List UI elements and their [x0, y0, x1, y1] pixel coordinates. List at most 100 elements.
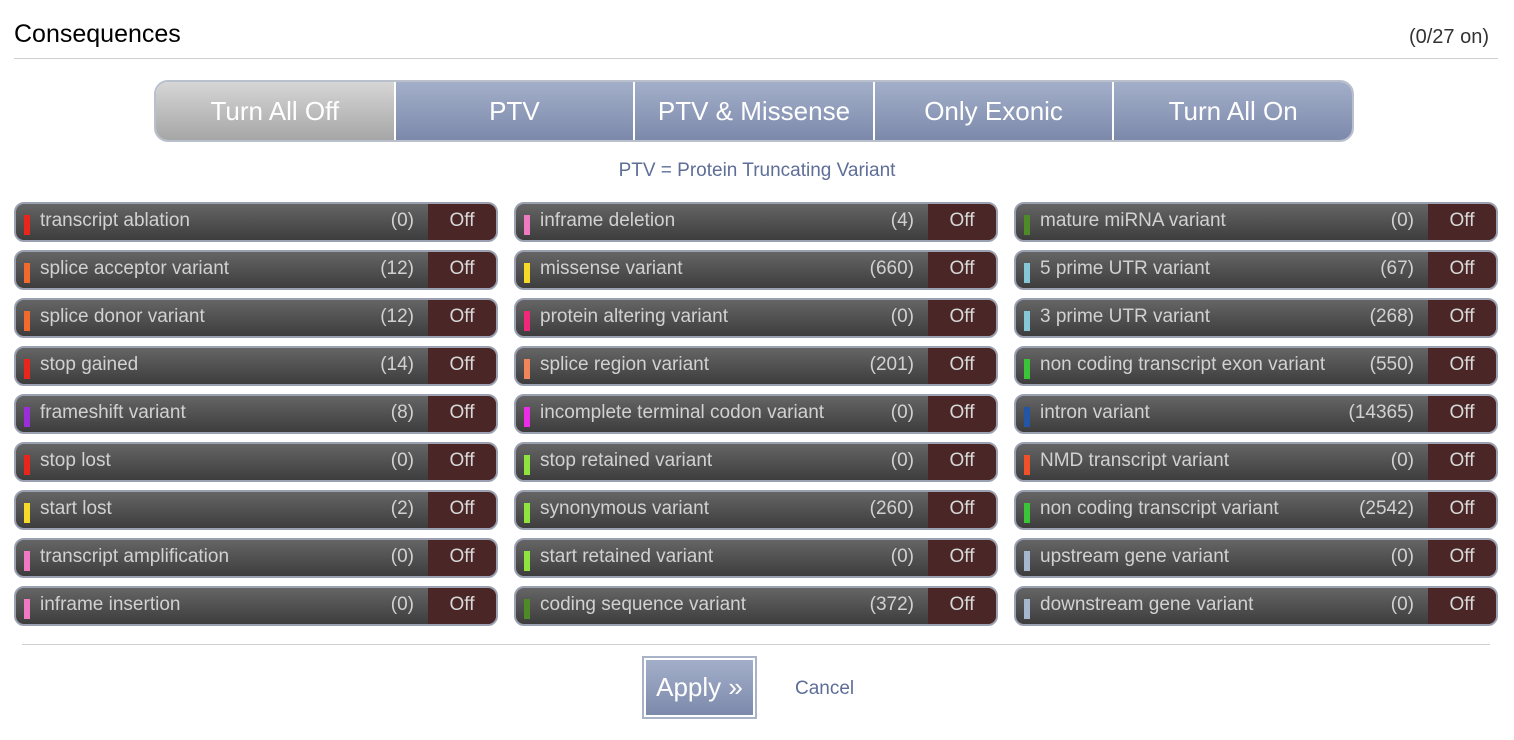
- consequence-count: (8): [390, 402, 414, 423]
- consequence-toggle[interactable]: synonymous variant (260) Off: [514, 490, 998, 530]
- consequence-label: downstream gene variant: [1040, 594, 1254, 615]
- toggle-state[interactable]: Off: [928, 492, 996, 528]
- toggle-state[interactable]: Off: [928, 204, 996, 240]
- toggle-state[interactable]: Off: [928, 300, 996, 336]
- consequence-count: (0): [390, 210, 414, 231]
- toggle-state[interactable]: Off: [1428, 300, 1496, 336]
- consequence-toggle[interactable]: splice donor variant (12) Off: [14, 298, 498, 338]
- toggle-state[interactable]: Off: [1428, 444, 1496, 480]
- consequence-color-swatch: [1024, 551, 1030, 571]
- only-exonic-button[interactable]: Only Exonic: [872, 82, 1113, 140]
- consequence-color-swatch: [24, 551, 30, 571]
- ptv-button[interactable]: PTV: [393, 82, 634, 140]
- toggle-state[interactable]: Off: [928, 588, 996, 624]
- consequence-toggle[interactable]: protein altering variant (0) Off: [514, 298, 998, 338]
- consequence-count: (268): [1369, 306, 1414, 327]
- consequence-color-swatch: [524, 551, 530, 571]
- consequence-toggle[interactable]: transcript amplification (0) Off: [14, 538, 498, 578]
- consequence-toggle[interactable]: stop gained (14) Off: [14, 346, 498, 386]
- consequence-color-swatch: [1024, 215, 1030, 235]
- consequence-toggle[interactable]: start retained variant (0) Off: [514, 538, 998, 578]
- consequence-label: inframe deletion: [540, 210, 676, 231]
- consequence-color-swatch: [1024, 263, 1030, 283]
- toggle-state[interactable]: Off: [1428, 348, 1496, 384]
- consequence-color-swatch: [24, 215, 30, 235]
- consequence-toggle[interactable]: 5 prime UTR variant (67) Off: [1014, 250, 1498, 290]
- consequence-toggle[interactable]: non coding transcript variant (2542) Off: [1014, 490, 1498, 530]
- consequence-toggle[interactable]: coding sequence variant (372) Off: [514, 586, 998, 626]
- consequence-color-swatch: [1024, 359, 1030, 379]
- toggle-state[interactable]: Off: [928, 252, 996, 288]
- toggle-state[interactable]: Off: [428, 540, 496, 576]
- consequence-count: (660): [869, 258, 914, 279]
- toggle-state[interactable]: Off: [1428, 492, 1496, 528]
- consequence-color-swatch: [24, 599, 30, 619]
- consequence-toggle[interactable]: incomplete terminal codon variant (0) Off: [514, 394, 998, 434]
- consequence-color-swatch: [24, 503, 30, 523]
- consequence-label: start lost: [40, 498, 112, 519]
- consequence-label: inframe insertion: [40, 594, 181, 615]
- consequence-toggle[interactable]: inframe deletion (4) Off: [514, 202, 998, 242]
- consequence-count: (372): [869, 594, 914, 615]
- toggle-state[interactable]: Off: [1428, 396, 1496, 432]
- consequence-count: (201): [869, 354, 914, 375]
- toggle-state[interactable]: Off: [428, 300, 496, 336]
- toggle-state[interactable]: Off: [1428, 204, 1496, 240]
- consequence-toggle[interactable]: transcript ablation (0) Off: [14, 202, 498, 242]
- consequence-toggle[interactable]: NMD transcript variant (0) Off: [1014, 442, 1498, 482]
- ptv-missense-button[interactable]: PTV & Missense: [633, 82, 873, 140]
- consequence-column-1: transcript ablation (0) Off splice acceptor…: [14, 202, 498, 634]
- consequence-toggle[interactable]: mature miRNA variant (0) Off: [1014, 202, 1498, 242]
- toggle-state[interactable]: Off: [428, 444, 496, 480]
- toggle-state[interactable]: Off: [428, 204, 496, 240]
- consequence-count: (0): [890, 546, 914, 567]
- toggle-state[interactable]: Off: [1428, 252, 1496, 288]
- toggle-state[interactable]: Off: [928, 396, 996, 432]
- consequence-toggle[interactable]: stop lost (0) Off: [14, 442, 498, 482]
- consequence-toggle[interactable]: upstream gene variant (0) Off: [1014, 538, 1498, 578]
- consequence-color-swatch: [24, 359, 30, 379]
- consequence-toggle[interactable]: 3 prime UTR variant (268) Off: [1014, 298, 1498, 338]
- consequence-count: (550): [1369, 354, 1414, 375]
- consequence-label: stop lost: [40, 450, 111, 471]
- consequence-toggle[interactable]: stop retained variant (0) Off: [514, 442, 998, 482]
- toggle-state[interactable]: Off: [1428, 540, 1496, 576]
- consequence-toggle[interactable]: non coding transcript exon variant (550) O…: [1014, 346, 1498, 386]
- consequence-color-swatch: [1024, 455, 1030, 475]
- toggle-state[interactable]: Off: [428, 492, 496, 528]
- consequence-toggle[interactable]: frameshift variant (8) Off: [14, 394, 498, 434]
- consequence-count: (0): [390, 450, 414, 471]
- toggle-state[interactable]: Off: [1428, 588, 1496, 624]
- consequence-count: (0): [1390, 450, 1414, 471]
- consequence-toggle[interactable]: downstream gene variant (0) Off: [1014, 586, 1498, 626]
- toggle-state[interactable]: Off: [428, 252, 496, 288]
- consequence-count: (2): [390, 498, 414, 519]
- consequence-label: stop retained variant: [540, 450, 713, 471]
- toggle-state[interactable]: Off: [428, 396, 496, 432]
- consequence-label: splice acceptor variant: [40, 258, 230, 279]
- consequence-color-swatch: [524, 359, 530, 379]
- consequence-label: coding sequence variant: [540, 594, 746, 615]
- consequence-color-swatch: [524, 215, 530, 235]
- consequence-toggle[interactable]: missense variant (660) Off: [514, 250, 998, 290]
- consequence-color-swatch: [24, 407, 30, 427]
- consequence-count: (14365): [1348, 402, 1415, 423]
- apply-button[interactable]: Apply »: [642, 656, 757, 719]
- toggle-state[interactable]: Off: [428, 348, 496, 384]
- toggle-state[interactable]: Off: [928, 348, 996, 384]
- consequence-toggle[interactable]: splice region variant (201) Off: [514, 346, 998, 386]
- consequence-toggle[interactable]: start lost (2) Off: [14, 490, 498, 530]
- toggle-state[interactable]: Off: [928, 444, 996, 480]
- apply-button-label: Apply »: [646, 660, 753, 715]
- consequence-label: non coding transcript variant: [1040, 498, 1279, 519]
- turn-all-on-button[interactable]: Turn All On: [1112, 82, 1352, 140]
- consequence-count: (0): [890, 306, 914, 327]
- consequence-toggle[interactable]: inframe insertion (0) Off: [14, 586, 498, 626]
- cancel-link[interactable]: Cancel: [795, 678, 854, 700]
- toggle-state[interactable]: Off: [928, 540, 996, 576]
- turn-all-off-button[interactable]: Turn All Off: [156, 82, 394, 140]
- consequence-toggle[interactable]: splice acceptor variant (12) Off: [14, 250, 498, 290]
- toggle-state[interactable]: Off: [428, 588, 496, 624]
- consequence-color-swatch: [24, 455, 30, 475]
- consequence-toggle[interactable]: intron variant (14365) Off: [1014, 394, 1498, 434]
